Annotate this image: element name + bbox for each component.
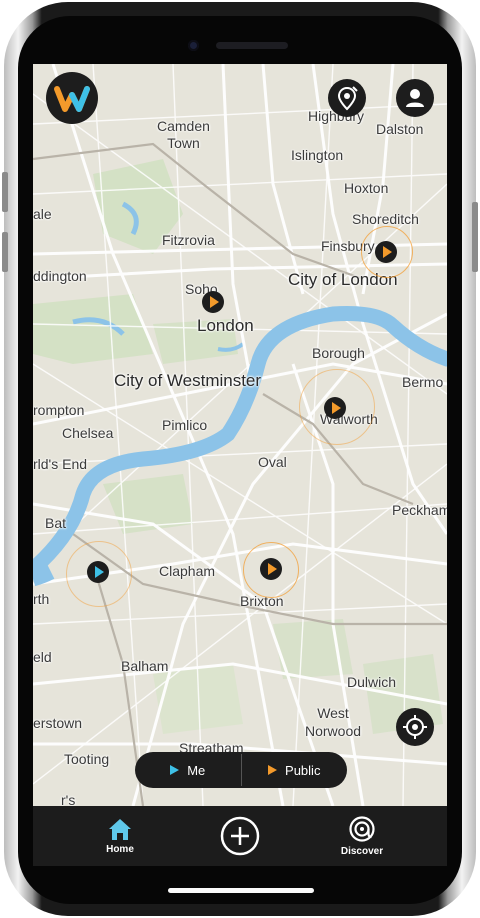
audio-pin-marker[interactable]	[202, 291, 224, 313]
map-label-fitzrovia: Fitzrovia	[162, 232, 215, 248]
map-label-bermondsey: Bermo	[402, 374, 444, 390]
map-label-borough: Borough	[312, 345, 365, 361]
map-label-chelsea: Chelsea	[62, 425, 114, 441]
map-label-worlds-end: rld's End	[33, 456, 88, 472]
map-label-pimlico: Pimlico	[162, 417, 208, 433]
tab-home[interactable]: Home	[90, 806, 150, 866]
my-audio-pin-marker[interactable]	[87, 561, 109, 583]
profile-button[interactable]	[396, 79, 434, 117]
w-logo-icon	[54, 86, 90, 112]
feed-toggle: Me Public	[135, 752, 347, 788]
map-label-tooting: Tooting	[64, 751, 110, 767]
map-label-dalston: Dalston	[376, 121, 424, 137]
toggle-me-label: Me	[187, 762, 206, 778]
toggle-me[interactable]: Me	[135, 752, 241, 788]
play-icon	[268, 765, 278, 775]
map-label-vale: ale	[33, 206, 52, 222]
add-pin-button[interactable]	[328, 79, 366, 117]
audio-pin-marker[interactable]	[260, 558, 282, 580]
toggle-public[interactable]: Public	[242, 752, 348, 788]
map-view[interactable]: Camden Town Highbury Dalston Islington H…	[33, 64, 447, 808]
map-label-west-norwood: West Norwood	[305, 705, 362, 739]
locate-me-button[interactable]	[396, 708, 434, 746]
map-label-islington: Islington	[291, 147, 344, 163]
speaker-grille	[216, 42, 288, 49]
map-label-city-of-westminster: City of Westminster	[114, 371, 262, 390]
bottom-tab-bar: Home Discover	[33, 806, 447, 866]
app-logo-button[interactable]	[46, 72, 98, 124]
app-screen: Camden Town Highbury Dalston Islington H…	[33, 64, 447, 866]
plus-circle-icon	[220, 816, 260, 856]
at-sign-icon	[349, 816, 375, 842]
crosshair-icon	[403, 715, 427, 739]
map-label-dulwich: Dulwich	[347, 674, 397, 690]
tab-create[interactable]	[220, 806, 260, 866]
map-label-battersea: Bat	[45, 515, 67, 531]
play-icon	[170, 765, 180, 775]
map-label-summerstown: erstown	[33, 715, 83, 731]
tab-discover[interactable]: Discover	[332, 806, 392, 866]
map-pin-add-icon	[337, 86, 358, 111]
volume-down-button	[2, 232, 8, 272]
camera-icon	[188, 40, 199, 51]
user-icon	[406, 89, 424, 107]
power-button	[472, 202, 478, 272]
map-label-paddington: ddington	[33, 268, 87, 284]
audio-pin-marker[interactable]	[324, 397, 346, 419]
map-label-london: London	[197, 316, 254, 335]
map-label-clapham: Clapham	[159, 563, 216, 579]
map-label-oval: Oval	[258, 454, 287, 470]
map-label-peckham: Peckham	[392, 502, 447, 518]
map-label-camden-town: Camden Town	[157, 118, 210, 151]
tab-discover-label: Discover	[340, 846, 384, 857]
tab-home-label: Home	[106, 844, 134, 855]
map-label-field: eld	[33, 649, 52, 665]
map-label-north: rth	[33, 591, 50, 607]
map-label-brompton: rompton	[33, 402, 85, 418]
audio-pin-marker[interactable]	[375, 241, 397, 263]
map-label-balham: Balham	[121, 658, 169, 674]
map-label-shoreditch: Shoreditch	[352, 211, 419, 227]
volume-up-button	[2, 172, 8, 212]
home-icon	[109, 819, 131, 840]
home-indicator[interactable]	[168, 888, 314, 893]
toggle-public-label: Public	[285, 762, 321, 778]
map-label-hoxton: Hoxton	[344, 180, 389, 196]
